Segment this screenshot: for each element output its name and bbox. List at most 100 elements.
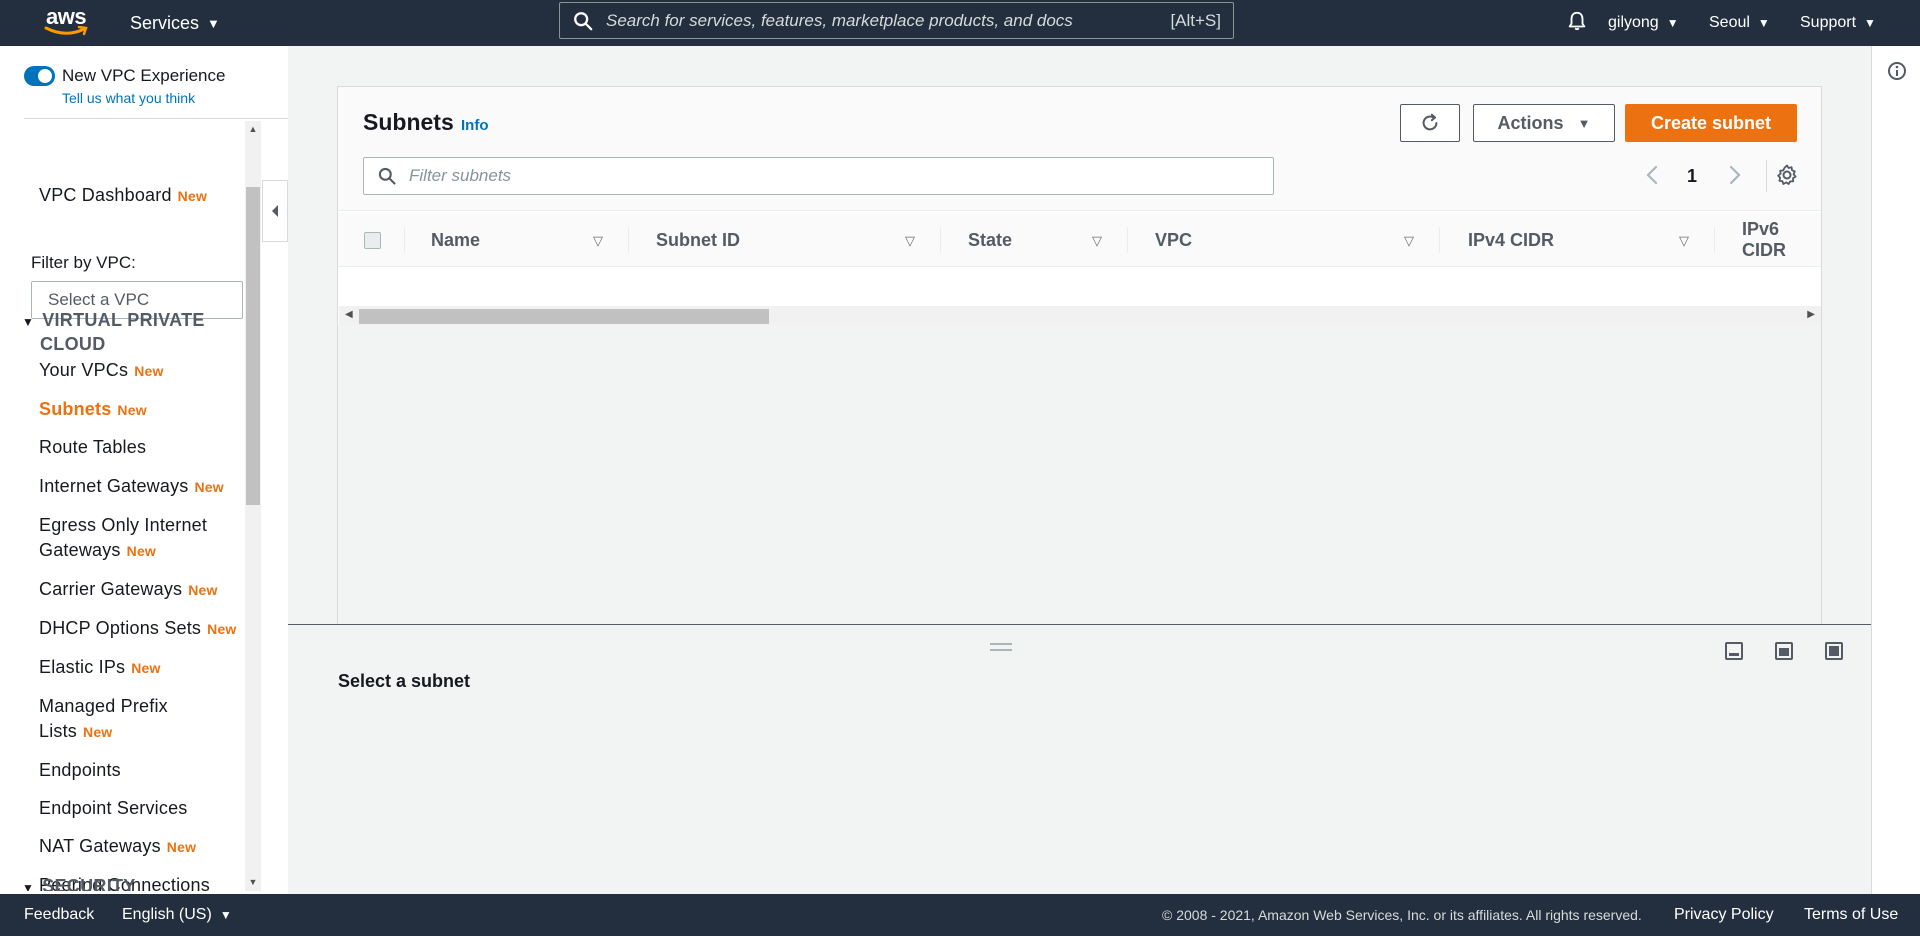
privacy-label: Privacy Policy	[1674, 906, 1774, 923]
sidebar: New VPC Experience Tell us what you thin…	[0, 46, 288, 894]
resize-handle[interactable]	[990, 643, 1012, 651]
column-label: Name	[431, 229, 481, 250]
split-full-icon[interactable]	[1824, 641, 1844, 661]
table-horizontal-scrollbar[interactable]: ◀ ▶	[339, 306, 1821, 325]
select-all-checkbox[interactable]	[364, 232, 381, 249]
sort-icon[interactable]: ▽	[905, 233, 915, 249]
sidebar-item-endpoints[interactable]: Endpoints	[39, 758, 121, 783]
sidebar-item-managed-prefix-lists[interactable]: Managed Prefix Lists New	[39, 694, 168, 745]
sidebar-item-egress-only-internet-gateways[interactable]: Egress Only Internet Gateways New	[39, 513, 207, 564]
feedback-button[interactable]: Feedback	[24, 894, 94, 936]
divider	[1766, 160, 1767, 192]
column-header-ipv6-cidr[interactable]: IPv6 CIDR	[1742, 213, 1821, 266]
scroll-left-arrow-icon[interactable]: ◀	[345, 309, 353, 320]
sidebar-item-label: DHCP Options Sets	[39, 618, 202, 638]
sidebar-item-label: Route Tables	[39, 437, 147, 457]
scroll-down-arrow-icon[interactable]: ▼	[245, 874, 261, 890]
column-header-subnet-id[interactable]: Subnet ID	[656, 213, 740, 266]
table-header: Name ▽ Subnet ID ▽ State ▽ VPC ▽ IPv4 CI…	[338, 213, 1821, 267]
sidebar-item-label: Egress Only Internet	[39, 515, 208, 535]
sidebar-item-label-cont: Lists	[39, 721, 78, 741]
column-header-name[interactable]: Name	[431, 213, 481, 266]
services-menu[interactable]: Services ▼	[130, 0, 220, 46]
sidebar-item-label: Carrier Gateways	[39, 579, 183, 599]
new-badge: New	[166, 839, 197, 855]
next-page-button[interactable]	[1724, 164, 1746, 188]
column-divider	[1439, 227, 1440, 253]
scroll-right-arrow-icon[interactable]: ▶	[1807, 309, 1815, 320]
split-panel-divider[interactable]	[288, 624, 1871, 625]
new-vpc-experience-toggle-row: New VPC Experience	[24, 66, 225, 86]
sort-icon[interactable]: ▽	[1679, 233, 1689, 249]
new-badge: New	[131, 660, 161, 676]
table-body	[338, 268, 1821, 306]
column-divider	[404, 227, 405, 253]
global-search[interactable]: [Alt+S]	[559, 2, 1234, 39]
caret-down-icon: ▼	[1666, 16, 1679, 30]
column-header-vpc[interactable]: VPC	[1155, 213, 1192, 266]
vpc-filter-input[interactable]	[48, 290, 245, 310]
info-icon[interactable]	[1887, 61, 1907, 81]
new-vpc-experience-toggle[interactable]	[24, 66, 55, 86]
horizontal-scrollbar-thumb[interactable]	[359, 309, 769, 324]
create-subnet-button[interactable]: Create subnet	[1625, 104, 1797, 142]
toggle-label: New VPC Experience	[62, 66, 226, 85]
footer: Feedback English (US) ▼ © 2008 - 2021, A…	[0, 894, 1920, 936]
sidebar-item-label: Subnets	[39, 399, 112, 419]
previous-page-button[interactable]	[1641, 164, 1663, 188]
terms-of-use-link[interactable]: Terms of Use	[1804, 894, 1898, 936]
filter-subnets[interactable]	[363, 157, 1274, 195]
refresh-icon	[1422, 113, 1438, 131]
sidebar-item-route-tables[interactable]: Route Tables	[39, 435, 146, 460]
column-divider	[628, 227, 629, 253]
sidebar-item-vpc-dashboard[interactable]: VPC Dashboard New	[39, 183, 207, 209]
column-label: State	[968, 229, 1013, 250]
column-header-state[interactable]: State	[968, 213, 1013, 266]
global-search-input[interactable]	[606, 10, 1171, 31]
sort-icon[interactable]: ▽	[1092, 233, 1102, 249]
sidebar-item-label: Internet Gateways	[39, 476, 189, 496]
sidebar-item-your-vpcs[interactable]: Your VPCs New	[39, 358, 164, 384]
expand-triangle-icon: ▼	[22, 881, 35, 891]
account-menu[interactable]: gilyong ▼	[1608, 0, 1679, 46]
region-menu[interactable]: Seoul ▼	[1709, 0, 1770, 46]
column-header-ipv4-cidr[interactable]: IPv4 CIDR	[1468, 213, 1554, 266]
split-half-icon[interactable]	[1774, 641, 1794, 661]
caret-left-icon	[272, 205, 278, 217]
aws-logo[interactable]: aws	[44, 4, 92, 40]
current-page-number[interactable]: 1	[1687, 166, 1697, 187]
caret-down-icon: ▼	[1864, 16, 1876, 30]
notifications-bell-icon[interactable]	[1566, 10, 1588, 32]
split-bottom-icon[interactable]	[1724, 641, 1744, 661]
sidebar-item-internet-gateways[interactable]: Internet Gateways New	[39, 474, 224, 500]
sidebar-item-dhcp-options-sets[interactable]: DHCP Options Sets New	[39, 616, 237, 642]
sidebar-item-elastic-ips[interactable]: Elastic IPs New	[39, 655, 161, 681]
language-selector[interactable]: English (US) ▼	[122, 894, 232, 936]
sidebar-item-label: Endpoints	[39, 760, 121, 780]
section-security-header[interactable]: ▼ SECURITY	[22, 876, 136, 891]
sidebar-item-subnets[interactable]: Subnets New	[39, 397, 147, 423]
sort-icon[interactable]: ▽	[1404, 233, 1414, 249]
sidebar-item-endpoint-services[interactable]: Endpoint Services	[39, 796, 187, 821]
section-virtual-private-cloud[interactable]: ▼ VIRTUAL PRIVATE CLOUD	[22, 309, 205, 355]
actions-button[interactable]: Actions ▼	[1473, 104, 1615, 142]
support-menu[interactable]: Support ▼	[1800, 0, 1876, 46]
sort-icon[interactable]: ▽	[593, 233, 603, 249]
filter-subnets-input[interactable]	[409, 166, 1273, 186]
sidebar-scrollbar-thumb[interactable]	[246, 187, 260, 505]
refresh-button[interactable]	[1400, 104, 1460, 142]
collapse-sidebar-button[interactable]	[262, 180, 288, 242]
caret-down-icon: ▼	[219, 908, 232, 922]
top-navigation-bar: aws Services ▼ [Alt+S] gilyong ▼ Seoul ▼…	[0, 0, 1920, 46]
privacy-policy-link[interactable]: Privacy Policy	[1674, 894, 1774, 936]
info-link[interactable]: Info	[461, 117, 489, 134]
sidebar-item-carrier-gateways[interactable]: Carrier Gateways New	[39, 577, 218, 603]
gear-icon[interactable]	[1775, 163, 1799, 187]
feedback-link[interactable]: Tell us what you think	[62, 90, 195, 106]
sidebar-item-nat-gateways[interactable]: NAT Gateways New	[39, 834, 196, 860]
page-title: Subnets	[363, 109, 454, 135]
scroll-up-arrow-icon[interactable]: ▲	[245, 121, 261, 137]
column-divider	[1127, 227, 1128, 253]
new-badge: New	[194, 479, 224, 495]
copyright-text: © 2008 - 2021, Amazon Web Services, Inc.…	[1162, 907, 1642, 923]
